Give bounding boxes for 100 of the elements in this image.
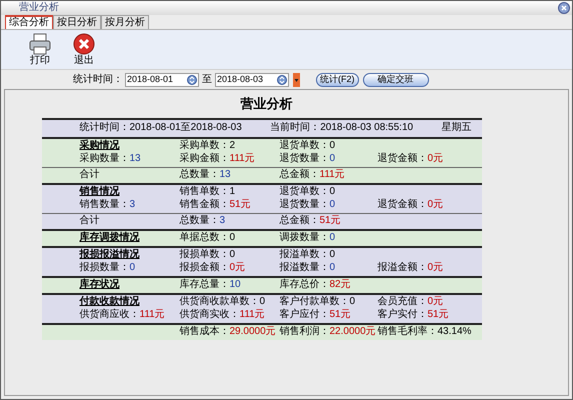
tab[interactable]: 按月分析	[101, 15, 149, 29]
field-label: 报损金额：	[180, 262, 230, 274]
field-label: 采购金额：	[180, 153, 230, 165]
field-value: 13	[220, 169, 231, 181]
field-value: 0	[330, 153, 336, 165]
header-text: 当前时间：2018-08-03 08:55:10	[270, 122, 414, 134]
field-value: 0	[330, 232, 336, 244]
field-label: 销售毛利率：	[378, 326, 438, 338]
field-label: 供货商收款单数：	[180, 296, 260, 308]
statistics-button[interactable]: 统计(F2)	[316, 72, 358, 86]
exit-button[interactable]: 退出	[73, 33, 95, 66]
field-label: 退货单数：	[280, 140, 330, 152]
field-value: 82元	[330, 279, 351, 291]
field-value: 51元	[320, 215, 341, 227]
field-value: 13	[130, 153, 141, 165]
field-label: 报损单数：	[180, 249, 230, 261]
printer-icon	[29, 33, 51, 55]
field-label: 供货商应收：	[80, 309, 140, 321]
field-label: 销售金额：	[180, 199, 230, 211]
range-separator: 至	[202, 73, 212, 87]
field-label: 调拨数量：	[280, 232, 330, 244]
field-label: 报溢单数：	[280, 249, 330, 261]
total-label: 合计	[80, 169, 100, 180]
field-label: 退货数量：	[280, 199, 330, 211]
tab[interactable]: 综合分析	[5, 15, 53, 29]
field-label: 库存总价：	[280, 279, 330, 291]
print-button[interactable]: 打印	[29, 33, 51, 66]
field-value: 2	[230, 140, 236, 152]
date-field[interactable]: 2018-08-01	[125, 72, 199, 86]
field-value: 0元	[230, 262, 246, 274]
section-heading: 报损报溢情况	[80, 249, 140, 260]
field-value: 111元	[140, 309, 165, 321]
spin-icon[interactable]	[277, 74, 287, 84]
field-label: 销售单数：	[180, 186, 230, 198]
field-value: 3	[130, 199, 136, 211]
filter-label: 统计时间：	[73, 72, 123, 87]
field-value: 111元	[320, 169, 345, 181]
field-value: 0	[330, 249, 336, 261]
field-label: 报溢金额：	[378, 262, 428, 274]
field-value: 0元	[428, 199, 444, 211]
field-value: 0	[260, 296, 266, 308]
dropdown-icon[interactable]	[293, 72, 300, 86]
field-label: 客户实付：	[378, 309, 428, 321]
close-icon	[73, 33, 95, 55]
field-value: 0元	[428, 296, 444, 308]
field-label: 退货单数：	[280, 186, 330, 198]
field-value: 0	[230, 249, 236, 261]
window-title: 营业分析	[19, 3, 59, 13]
field-value: 43.14%	[438, 326, 472, 338]
report-title: 营业分析	[240, 95, 292, 113]
header-text: 星期五	[441, 122, 472, 134]
tab[interactable]: 按日分析	[53, 15, 101, 29]
header-text: 统计时间：2018-08-01至2018-08-03	[80, 122, 242, 134]
field-value: 0	[330, 186, 336, 198]
field-value: 0	[330, 262, 336, 274]
field-label: 客户付款单数：	[280, 296, 350, 308]
field-label: 采购数量：	[80, 153, 130, 165]
field-label: 报溢数量：	[280, 262, 330, 274]
field-value: 29.0000元	[230, 326, 276, 338]
spin-icon[interactable]	[187, 74, 197, 84]
field-label: 销售利润：	[280, 326, 330, 338]
field-label: 会员充值：	[378, 296, 428, 308]
field-value: 22.0000元	[330, 326, 376, 338]
field-value: 51元	[230, 199, 251, 211]
field-value: 0	[350, 296, 356, 308]
field-value: 111元	[230, 153, 255, 165]
field-label: 报损数量：	[80, 262, 130, 274]
field-label: 供货商实收：	[180, 309, 240, 321]
field-value: 0元	[428, 153, 444, 165]
field-label: 采购单数：	[180, 140, 230, 152]
field-label: 退货数量：	[280, 153, 330, 165]
section-heading: 库存调拨情况	[80, 232, 140, 243]
field-label: 库存总量：	[180, 279, 230, 291]
field-value: 1	[230, 186, 236, 198]
section-heading: 付款收款情况	[80, 296, 140, 307]
field-label: 总数量：	[180, 215, 220, 227]
field-label: 销售成本：	[180, 326, 230, 338]
field-value: 0元	[428, 262, 444, 274]
date-field[interactable]: 2018-08-03	[215, 72, 289, 86]
field-label: 总金额：	[280, 215, 320, 227]
field-value: 0	[330, 140, 336, 152]
section-heading: 销售情况	[80, 186, 120, 197]
section-heading: 采购情况	[80, 140, 120, 151]
close-icon[interactable]	[558, 2, 570, 14]
confirm-button[interactable]: 确定交班	[362, 72, 428, 86]
total-label: 合计	[80, 215, 100, 226]
field-value: 3	[220, 215, 226, 227]
field-label: 总金额：	[280, 169, 320, 181]
field-value: 0	[230, 232, 236, 244]
field-label: 退货金额：	[378, 199, 428, 211]
field-value: 10	[230, 279, 241, 291]
field-value: 51元	[330, 309, 351, 321]
field-label: 退货金额：	[378, 153, 428, 165]
field-label: 总数量：	[180, 169, 220, 181]
field-value: 0	[130, 262, 136, 274]
section-heading: 库存状况	[80, 279, 120, 290]
field-label: 客户应付：	[280, 309, 330, 321]
field-value: 111元	[240, 309, 265, 321]
field-value: 0	[330, 199, 336, 211]
field-label: 单据总数：	[180, 232, 230, 244]
